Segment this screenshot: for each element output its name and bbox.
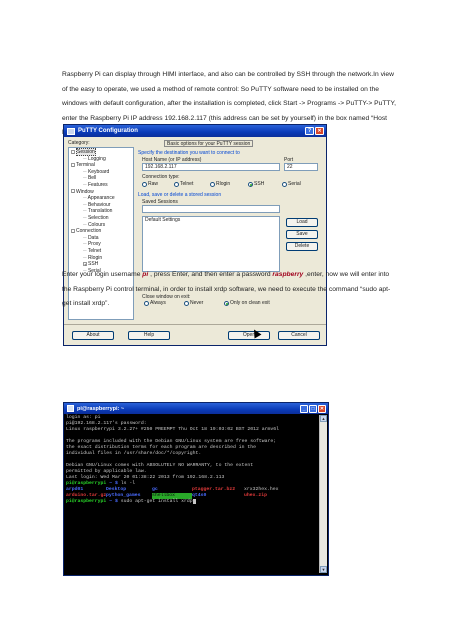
collapse-icon[interactable]: - (71, 189, 75, 194)
tree-item-keyboard[interactable]: ─ Keyboard (69, 169, 133, 176)
prompt-user: pi@raspberrypi (66, 481, 107, 486)
tree-item-rlogin[interactable]: ─ Rlogin (69, 255, 133, 262)
tree-item-colours[interactable]: ─ Colours (69, 222, 133, 229)
ls-command: ls -l (117, 481, 136, 486)
tree-item-terminal[interactable]: - Terminal (69, 162, 133, 169)
prompt-path: ~ $ (106, 481, 118, 486)
delete-button[interactable]: Delete (286, 242, 318, 251)
tree-item-bell[interactable]: ─ Bell (69, 175, 133, 182)
terminal-app-icon (67, 405, 74, 412)
radio-raw-dot (142, 181, 147, 187)
tree-item-selection[interactable]: ─ Selection (69, 215, 133, 222)
radio-telnet-dot (174, 181, 179, 187)
footer-divider (64, 324, 326, 325)
radio-serial-dot (282, 181, 287, 187)
login-paragraph: Enter your login username pi , press Ent… (62, 271, 391, 307)
radio-serial[interactable]: Serial (282, 181, 301, 187)
saved-sessions-input[interactable] (142, 205, 280, 213)
sessions-list[interactable]: Default Settings (142, 216, 280, 272)
ssh-terminal-window: pi@raspberrypi: ~ _ □ ✕ login as: pi pi@1… (63, 402, 329, 576)
open-button[interactable]: Open (228, 331, 270, 340)
radio-rlogin-dot (210, 181, 215, 187)
tree-item-telnet[interactable]: ─ Telnet (69, 248, 133, 255)
tree-item-appearance[interactable]: ─ Appearance (69, 195, 133, 202)
port-input[interactable]: 22 (284, 163, 318, 171)
tree-item-behaviour[interactable]: ─ Behaviour (69, 202, 133, 209)
collapse-icon[interactable]: - (71, 162, 75, 167)
destination-group-label: Specify the destination you want to conn… (138, 150, 240, 156)
terminal-title: pi@raspberrypi: ~ (77, 405, 125, 412)
terminal-screen[interactable]: login as: pi pi@192.168.2.117's password:… (66, 415, 318, 573)
tree-item-data[interactable]: ─ Data (69, 235, 133, 242)
scroll-up-icon[interactable]: ▲ (320, 415, 327, 422)
load-button[interactable]: Load (286, 218, 318, 227)
radio-raw[interactable]: Raw (142, 181, 158, 187)
radio-ssh-dot (248, 181, 253, 187)
cancel-button[interactable]: Cancel (278, 331, 320, 340)
password-highlight: raspberry (272, 271, 304, 278)
help-button[interactable]: Help (128, 331, 170, 340)
tree-item-session[interactable]: - Session (69, 148, 133, 156)
load-save-group-label: Load, save or delete a stored session (138, 192, 222, 198)
minimize-button[interactable]: _ (300, 404, 308, 413)
save-button[interactable]: Save (286, 230, 318, 239)
host-name-input[interactable]: 192.168.2.117 (142, 163, 280, 171)
help-title-button[interactable]: ? (305, 127, 314, 135)
collapse-icon[interactable]: - (71, 149, 75, 154)
putty-app-icon (67, 127, 75, 135)
radio-rlogin[interactable]: Rlogin (210, 181, 230, 187)
close-window-button[interactable]: ✕ (315, 127, 324, 135)
install-command: sudo apt-get install xrdp (117, 499, 193, 504)
collapse-icon[interactable]: - (71, 228, 75, 233)
connection-type-label: Connection type: (142, 174, 180, 180)
tree-item-logging[interactable]: ─ Logging (69, 156, 133, 163)
terminal-output: login as: pi pi@192.168.2.117's password:… (66, 415, 318, 481)
terminal-titlebar: pi@raspberrypi: ~ _ □ ✕ (64, 403, 328, 414)
tree-item-proxy[interactable]: ─ Proxy (69, 241, 133, 248)
radio-telnet[interactable]: Telnet (174, 181, 193, 187)
session-default-settings[interactable]: Default Settings (145, 217, 279, 223)
expand-icon[interactable]: + (83, 261, 87, 266)
tree-item-ssh[interactable]: + SSH (69, 261, 133, 268)
install-command-line: pi@raspberrypi ~ $ sudo apt-get install … (66, 499, 318, 505)
scroll-down-icon[interactable]: ▼ (320, 566, 327, 573)
putty-title: PuTTY Configuration (78, 128, 138, 134)
radio-ssh[interactable]: SSH (248, 181, 264, 187)
about-button[interactable]: About (72, 331, 114, 340)
tree-item-features[interactable]: ─ Features (69, 182, 133, 189)
tree-item-connection[interactable]: - Connection (69, 228, 133, 235)
putty-config-window: PuTTY Configuration ? ✕ Category: - Sessi… (63, 124, 327, 346)
terminal-scrollbar[interactable]: ▲ ▼ (319, 415, 327, 573)
putty-titlebar: PuTTY Configuration ? ✕ (64, 125, 326, 137)
maximize-button[interactable]: □ (309, 404, 317, 413)
tree-item-translation[interactable]: ─ Translation (69, 208, 133, 215)
tree-item-window[interactable]: - Window (69, 189, 133, 196)
terminal-close-button[interactable]: ✕ (318, 404, 326, 413)
basic-options-label: Basic options for your PuTTY session (164, 140, 254, 147)
category-label: Category: (68, 140, 90, 146)
